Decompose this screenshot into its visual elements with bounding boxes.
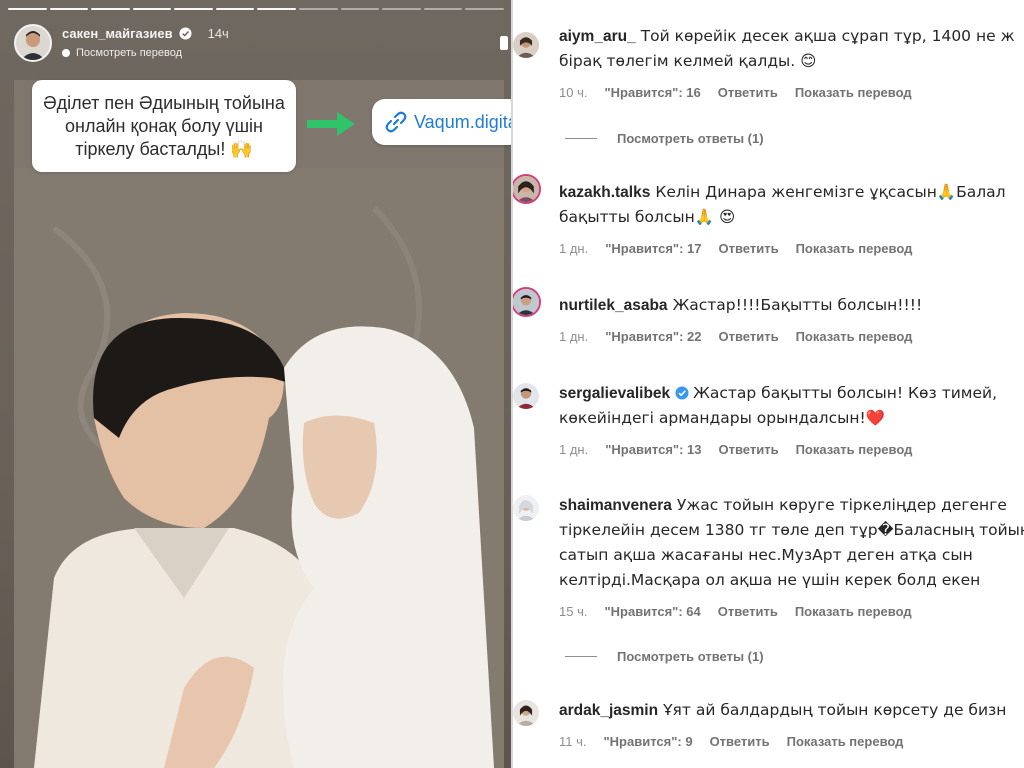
reply-button[interactable]: Ответить [719,241,779,256]
avatar-icon [513,495,539,521]
comment-avatar[interactable] [513,381,541,411]
comment-time: 11 ч. [559,734,587,749]
reply-button[interactable]: Ответить [718,604,778,619]
reply-button[interactable]: Ответить [719,442,779,457]
comment-likes[interactable]: "Нравится": 9 [604,734,693,749]
avatar-icon [513,700,539,726]
view-replies-link[interactable]: Посмотреть ответы (1) [565,131,764,146]
reply-button[interactable]: Ответить [710,734,770,749]
comment-time: 15 ч. [559,604,588,619]
comment-likes[interactable]: "Нравится": 22 [605,329,701,344]
show-translation-link[interactable]: Показать перевод [795,604,912,619]
avatar-icon [513,176,539,202]
comment-time: 1 дн. [559,241,589,256]
show-translation-link[interactable]: Показать перевод [796,329,913,344]
comment-time: 1 дн. [559,329,589,344]
comment-likes[interactable]: "Нравится": 16 [604,85,700,100]
comment-likes[interactable]: "Нравится": 64 [604,604,700,619]
story-header: сакен_майгазиев 14ч Посмотреть перевод [14,24,229,62]
show-translation-link[interactable]: Показать перевод [796,442,913,457]
comment-username[interactable]: sergalievalibek [559,385,670,402]
story-translate[interactable]: Посмотреть перевод [62,47,229,59]
story-username[interactable]: сакен_майгазиев [62,26,173,41]
show-translation-link[interactable]: Показать перевод [787,734,904,749]
view-replies-link[interactable]: Посмотреть ответы (1) [565,649,764,664]
view-replies-label: Посмотреть ответы (1) [617,649,764,664]
verified-icon [179,27,192,40]
comment-avatar[interactable] [513,287,541,317]
show-translation-link[interactable]: Показать перевод [795,85,912,100]
comment-avatar[interactable] [513,493,541,523]
replies-line [565,656,597,657]
comment-likes[interactable]: "Нравится": 17 [605,241,701,256]
comment-username[interactable]: shaimanvenera [559,497,672,514]
story-time: 14ч [207,26,229,41]
comment-username[interactable]: nurtilek_asaba [559,297,668,314]
replies-line [565,138,597,139]
link-icon [385,111,407,133]
verified-icon [675,386,689,400]
story-panel: сакен_майгазиев 14ч Посмотреть перевод Ә… [0,0,512,768]
reply-button[interactable]: Ответить [718,85,778,100]
arrow-right-icon [307,112,355,136]
comment-text: Ұят ай балдардың тойын көрсету де бизн [663,701,1007,719]
comment-username[interactable]: aiym_aru_ [559,28,636,45]
comment-avatar[interactable] [513,30,541,60]
comment-username[interactable]: kazakh.talks [559,184,650,201]
comment-text: Жастар!!!!Бақытты болсын!!!! [672,296,923,314]
comment-avatar[interactable] [513,698,541,728]
link-sticker[interactable]: Vaqum.digital [372,99,512,145]
story-translate-label: Посмотреть перевод [76,47,183,59]
comments-panel: aiym_aru_ Той көрейік десек ақша сұрап тұ… [513,0,1024,768]
comment-time: 1 дн. [559,442,589,457]
story-progress [8,8,504,10]
comment-username[interactable]: ardak_jasmin [559,702,658,719]
comment-avatar[interactable] [513,174,541,204]
story-avatar[interactable] [14,24,52,62]
show-translation-link[interactable]: Показать перевод [796,241,913,256]
story-card [14,80,504,768]
avatar-icon [16,26,50,60]
avatar-icon [513,383,539,409]
story-menu-icon[interactable] [500,36,508,50]
avatar-icon [513,289,539,315]
avatar-icon [513,32,539,58]
story-title-text: Әділет пен Әдиының тойына онлайн қонақ б… [43,92,285,159]
link-sticker-text: Vaqum.digital [414,111,512,132]
view-replies-label: Посмотреть ответы (1) [617,131,764,146]
translate-dot-icon [62,49,70,57]
wedding-photo [14,168,504,768]
comment-likes[interactable]: "Нравится": 13 [605,442,701,457]
story-title-sticker: Әділет пен Әдиының тойына онлайн қонақ б… [32,80,296,172]
comment-time: 10 ч. [559,85,588,100]
reply-button[interactable]: Ответить [719,329,779,344]
